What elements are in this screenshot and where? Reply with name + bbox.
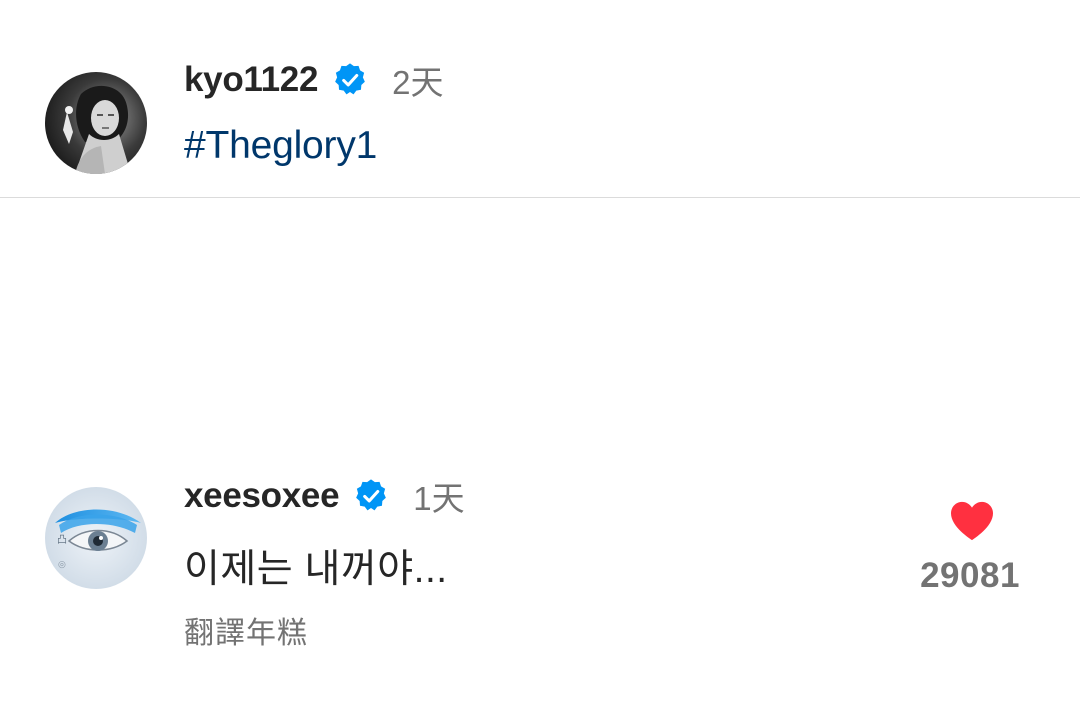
author-avatar[interactable] [45,72,147,174]
comment-text: 이제는 내꺼야... [184,548,448,591]
heart-icon[interactable] [949,500,995,542]
translate-button[interactable]: 翻譯年糕 [184,608,308,652]
profile-photo-icon [45,72,147,174]
svg-text:◎: ◎ [58,560,66,570]
comment-header: xeesoxee 1天 [184,474,465,518]
verified-badge-icon [332,62,368,98]
post-caption: kyo1122 2天 #Theglory1 [0,0,1080,197]
caption-hashtag[interactable]: #Theglory1 [184,124,377,168]
author-username[interactable]: kyo1122 [184,60,318,100]
commenter-username[interactable]: xeesoxee [184,476,340,516]
post-timestamp: 2天 [392,64,444,101]
like-count: 29081 [920,556,1020,595]
like-block: 29081 [905,498,1035,608]
verified-badge-icon [353,478,389,514]
comment-timestamp: 1天 [413,480,465,517]
commenter-avatar[interactable]: 凸 ◎ [45,487,147,589]
blue-eye-avatar-icon: 凸 ◎ [45,487,147,589]
svg-text:凸: 凸 [57,534,67,546]
redacted-area [0,198,1080,428]
author-header: kyo1122 2天 [184,58,444,102]
